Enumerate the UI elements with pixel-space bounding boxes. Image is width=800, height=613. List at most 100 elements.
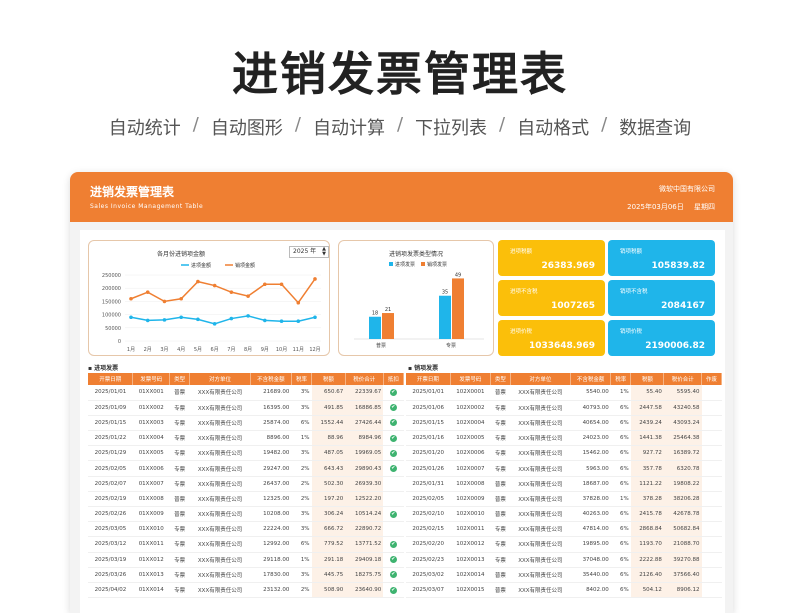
legend-label: 进项发票 (395, 261, 415, 268)
table-row[interactable]: 2025/01/31 102X0008 普票 XXX有限责任公司 18687.00 6% 1… (406, 476, 722, 492)
data-point (279, 282, 284, 287)
column-header[interactable]: 发票号码 (132, 373, 170, 385)
column-header[interactable]: 开票日期 (88, 373, 134, 385)
table-row[interactable]: 2025/02/10 102X0010 普票 XXX有限责任公司 40263.00 6% 2… (406, 506, 722, 523)
table-row[interactable]: 2025/02/07 01XX007 专票 XXX有限责任公司 26437.00 2% 50… (88, 476, 404, 492)
table-cell: 102X0008 (450, 476, 491, 492)
data-point (296, 319, 301, 323)
weekday-text: 星期四 (694, 203, 715, 211)
table-cell: 专票 (169, 582, 190, 599)
table-row[interactable]: 2025/01/26 102X0007 专票 XXX有限责任公司 5963.00 6% 35… (406, 460, 722, 477)
table-cell: 102X0010 (450, 506, 491, 523)
feature-item: 下拉列表 (415, 118, 488, 139)
column-header[interactable]: 抵扣 (383, 373, 405, 385)
table-cell: XXX有限责任公司 (510, 400, 571, 416)
table-cell: 19969.05 (345, 445, 384, 462)
table-cell: ✔ (383, 460, 404, 477)
table-cell: 35440.00 (570, 567, 611, 583)
column-header[interactable]: 不含税金额 (570, 373, 612, 385)
column-header[interactable]: 不含税金额 (250, 373, 292, 385)
table-row[interactable]: 2025/03/19 01XX012 专票 XXX有限责任公司 29118.00 1% 29… (88, 552, 404, 568)
table-cell: 650.67 (311, 385, 346, 401)
x-tick-label: 1月 (127, 347, 135, 353)
column-header[interactable]: 开票日期 (406, 373, 451, 385)
table-cell: XXX有限责任公司 (189, 567, 251, 583)
table-row[interactable]: 2025/03/26 01XX013 专票 XXX有限责任公司 17830.00 3% 44… (88, 567, 404, 583)
table-row[interactable]: 2025/02/05 01XX006 专票 XXX有限责任公司 29247.00 2% 64… (88, 460, 404, 477)
column-header[interactable]: 类型 (169, 373, 191, 385)
table-cell: 专票 (490, 460, 511, 477)
table-row[interactable]: 2025/01/09 01XX002 专票 XXX有限责任公司 16395.00 3% 49… (88, 400, 404, 416)
table-row[interactable]: 2025/01/29 01XX005 专票 XXX有限责任公司 19482.00 3% 48… (88, 445, 404, 462)
column-header[interactable]: 税价合计 (345, 373, 384, 385)
table-row[interactable]: 2025/01/06 102X0002 专票 XXX有限责任公司 40793.00 6% 2… (406, 400, 722, 416)
column-header[interactable]: 税价合计 (663, 373, 703, 385)
table-row[interactable]: 2025/02/20 102X0012 专票 XXX有限责任公司 19895.00 6% 1… (406, 536, 722, 553)
table-row[interactable]: 2025/01/15 01XX003 专票 XXX有限责任公司 25874.00 6% 15… (88, 415, 404, 432)
table-cell: 2025/01/26 (406, 460, 451, 477)
table-cell: 1% (291, 552, 312, 568)
column-header[interactable]: 类型 (490, 373, 511, 385)
table-row[interactable]: 2025/02/05 102X0009 普票 XXX有限责任公司 37828.00 1% 3… (406, 491, 722, 508)
table-cell: 102X0011 (450, 521, 491, 538)
table-row[interactable]: 2025/03/12 01XX011 专票 XXX有限责任公司 12992.00 6% 77… (88, 536, 404, 553)
table-cell: XXX有限责任公司 (189, 506, 251, 523)
table-cell: 2025/01/15 (406, 415, 451, 432)
kpi-value: 1033648.969 (528, 341, 595, 351)
column-header[interactable]: 对方单位 (510, 373, 571, 385)
table-row[interactable]: 2025/03/02 102X0014 普票 XXX有限责任公司 35440.00 6% 2… (406, 567, 722, 583)
table-cell: 2025/03/05 (88, 521, 133, 538)
x-tick-label: 3月 (160, 347, 168, 353)
table-row[interactable]: 2025/03/07 102X0015 普票 XXX有限责任公司 8402.00 6% 50… (406, 582, 722, 599)
data-point (145, 318, 150, 323)
series-line (130, 278, 316, 304)
check-icon: ✔ (389, 449, 397, 457)
column-header[interactable]: 发票号码 (450, 373, 491, 385)
table-cell: 2025/01/15 (88, 415, 133, 432)
table-row[interactable]: 2025/01/01 102X0001 普票 XXX有限责任公司 5540.00 1% 55… (406, 385, 722, 401)
feature-item: 自动图形 (210, 118, 283, 139)
legend-label: 销项发票 (427, 261, 447, 268)
x-tick-label: 5月 (194, 347, 202, 353)
table-cell: 102X0002 (450, 400, 491, 416)
table-cell: 25464.38 (663, 430, 702, 447)
table-cell: ✔ (383, 582, 404, 599)
column-header[interactable]: 税率 (291, 373, 313, 385)
data-point (179, 296, 183, 301)
table-cell: XXX有限责任公司 (189, 385, 251, 401)
legend-label: 销项金额 (235, 262, 255, 269)
table-row[interactable]: 2025/01/22 01XX004 专票 XXX有限责任公司 8896.00 1% 88.… (88, 430, 404, 447)
table-cell: ✔ (383, 567, 404, 583)
table-row[interactable]: 2025/02/15 102X0011 专票 XXX有限责任公司 47814.00 6% 2… (406, 521, 722, 538)
purchase-table: 开票日期 发票号码 类型 对方单位 不含税金额 税率 税额 税价合计 抵扣 2025/01/01 0… (88, 373, 405, 599)
table-row[interactable]: 2025/03/05 01XX010 专票 XXX有限责任公司 22224.00 3% 66… (88, 521, 404, 538)
table-cell (701, 491, 722, 508)
table-row[interactable]: 2025/01/16 102X0005 专票 XXX有限责任公司 24023.00 6% 1… (406, 430, 722, 447)
table-cell: 491.85 (311, 400, 346, 416)
y-tick-label: 50000 (105, 326, 121, 332)
table-row[interactable]: 2025/02/19 01XX008 普票 XXX有限责任公司 12325.00 2% 19… (88, 491, 404, 508)
table-row[interactable]: 2025/02/26 01XX009 普票 XXX有限责任公司 10208.00 3% 30… (88, 506, 404, 523)
table-cell: 6% (610, 582, 631, 599)
column-header[interactable]: 税额 (311, 373, 346, 385)
column-header[interactable]: 税额 (630, 373, 665, 385)
table-row[interactable]: 2025/02/23 102X0013 专票 XXX有限责任公司 37048.00 6% 2… (406, 552, 722, 568)
table-row[interactable]: 2025/01/15 102X0004 专票 XXX有限责任公司 40654.00 6% 2… (406, 415, 722, 432)
column-header[interactable]: 对方单位 (189, 373, 251, 385)
kpi-value: 26383.969 (541, 261, 595, 271)
table-row[interactable]: 2025/04/02 01XX014 专票 XXX有限责任公司 23132.00 2% 50… (88, 582, 404, 599)
table-cell: 2% (291, 582, 312, 599)
table-cell: 10208.00 (250, 506, 292, 523)
check-icon: ✔ (389, 404, 397, 412)
table-cell: 1193.70 (630, 536, 664, 553)
table-cell: XXX有限责任公司 (510, 567, 571, 583)
table-cell: 普票 (490, 582, 511, 599)
table-cell (701, 400, 722, 416)
table-cell: 1552.44 (311, 415, 346, 432)
column-header[interactable]: 作废 (701, 373, 722, 385)
table-row[interactable]: 2025/01/01 01XX001 普票 XXX有限责任公司 21689.00 3% 65… (88, 385, 404, 401)
table-cell: 专票 (169, 400, 190, 416)
column-header[interactable]: 税率 (610, 373, 632, 385)
table-cell: 19895.00 (570, 536, 611, 553)
table-row[interactable]: 2025/01/20 102X0006 专票 XXX有限责任公司 15462.00 6% 9… (406, 445, 722, 462)
